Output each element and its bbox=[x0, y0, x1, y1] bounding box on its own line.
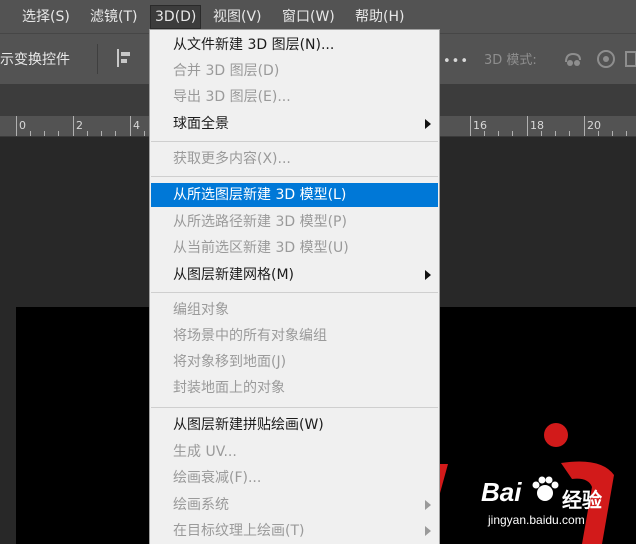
menu-item-group-objects[interactable]: 编组对象 bbox=[151, 298, 438, 322]
menu-item-paint-on-target-texture[interactable]: 在目标纹理上绘画(T) bbox=[151, 519, 438, 543]
align-left-icon[interactable] bbox=[116, 49, 132, 67]
menu-item-move-object-to-ground[interactable]: 将对象移到地面(J) bbox=[151, 350, 438, 374]
menu-item-label: 从所选图层新建 3D 模型(L) bbox=[173, 187, 347, 203]
ruler-tick bbox=[87, 131, 88, 136]
ruler-tick bbox=[498, 131, 499, 136]
drag-3d-icon[interactable] bbox=[624, 48, 636, 70]
menu-view[interactable]: 视图(V) bbox=[209, 7, 266, 27]
baidu-watermark-suffix: 经验 bbox=[562, 488, 602, 512]
ruler-tick bbox=[569, 131, 570, 136]
ruler-tick bbox=[612, 131, 613, 136]
menu-item-label: 从当前选区新建 3D 模型(U) bbox=[173, 240, 349, 256]
ruler-tick bbox=[512, 131, 513, 136]
ruler-tick bbox=[484, 131, 485, 136]
menu-help[interactable]: 帮助(H) bbox=[351, 7, 408, 27]
menu-item-label: 在目标纹理上绘画(T) bbox=[173, 523, 305, 539]
menu-item-label: 从文件新建 3D 图层(N)... bbox=[173, 37, 335, 53]
menu-item-label: 从图层新建网格(M) bbox=[173, 267, 295, 283]
ruler-tick bbox=[598, 131, 599, 136]
menu-item-label: 将场景中的所有对象编组 bbox=[173, 328, 327, 344]
menu-item-pack-objects-on-ground[interactable]: 封装地面上的对象 bbox=[151, 376, 438, 400]
menu-item-label: 获取更多内容(X)... bbox=[173, 151, 291, 167]
menu-separator bbox=[151, 407, 438, 408]
ruler-label-0: 0 bbox=[19, 119, 26, 132]
3d-mode-label: 3D 模式: bbox=[484, 53, 537, 68]
menu-item-label: 将对象移到地面(J) bbox=[173, 354, 287, 370]
menu-item-new-3d-layer-from-file[interactable]: 从文件新建 3D 图层(N)... bbox=[151, 33, 438, 57]
menu-item-get-more-content[interactable]: 获取更多内容(X)... bbox=[151, 147, 438, 171]
ruler-tick bbox=[101, 131, 102, 136]
menu-item-new-3d-model-from-selection[interactable]: 从当前选区新建 3D 模型(U) bbox=[151, 236, 438, 260]
ruler-tick bbox=[144, 131, 145, 136]
menu-item-paint-falloff[interactable]: 绘画衰减(F)... bbox=[151, 466, 438, 490]
ruler-tick bbox=[44, 131, 45, 136]
photoshop-window: 选择(S) 滤镜(T) 3D(D) 视图(V) 窗口(W) 帮助(H) 示变换控… bbox=[0, 0, 636, 544]
menu-item-label: 生成 UV... bbox=[173, 444, 237, 460]
ruler-tick bbox=[527, 116, 528, 136]
ruler-tick bbox=[130, 116, 131, 136]
show-transform-controls-label[interactable]: 示变换控件 bbox=[0, 49, 70, 69]
menu-item-generate-uvs[interactable]: 生成 UV... bbox=[151, 440, 438, 464]
ruler-label-4: 4 bbox=[133, 119, 140, 132]
submenu-arrow-icon bbox=[425, 119, 431, 129]
ruler-tick bbox=[555, 131, 556, 136]
submenu-arrow-icon bbox=[425, 526, 431, 536]
menu-item-paint-system[interactable]: 绘画系统 bbox=[151, 493, 438, 517]
more-options-dots[interactable]: ••• bbox=[443, 54, 469, 69]
ruler-tick bbox=[541, 131, 542, 136]
menu-item-label: 从图层新建拼贴绘画(W) bbox=[173, 417, 324, 433]
menu-filter[interactable]: 滤镜(T) bbox=[86, 7, 141, 27]
menu-item-group-all-scene-objects[interactable]: 将场景中的所有对象编组 bbox=[151, 324, 438, 348]
menu-item-new-3d-model-from-layer[interactable]: 从所选图层新建 3D 模型(L) bbox=[151, 183, 438, 207]
baidu-watermark-brand: Bai bbox=[481, 477, 522, 507]
ruler-tick bbox=[58, 131, 59, 136]
menu-item-label: 合并 3D 图层(D) bbox=[173, 63, 280, 79]
menu-item-label: 封装地面上的对象 bbox=[173, 380, 285, 396]
ruler-tick bbox=[115, 131, 116, 136]
menu-item-label: 绘画衰减(F)... bbox=[173, 470, 262, 486]
menu-select[interactable]: 选择(S) bbox=[18, 7, 74, 27]
ruler-label-2: 2 bbox=[76, 119, 83, 132]
ruler-tick bbox=[470, 116, 471, 136]
ruler-tick bbox=[16, 116, 17, 136]
menu-item-new-tiled-painting[interactable]: 从图层新建拼贴绘画(W) bbox=[151, 413, 438, 437]
ruler-tick bbox=[73, 116, 74, 136]
menu-separator bbox=[151, 292, 438, 293]
menu-item-spherical-panorama[interactable]: 球面全景 bbox=[151, 112, 438, 136]
menu-item-new-3d-model-from-path[interactable]: 从所选路径新建 3D 模型(P) bbox=[151, 210, 438, 234]
rotate-3d-icon[interactable] bbox=[562, 48, 584, 70]
menu-item-label: 绘画系统 bbox=[173, 497, 229, 513]
options-divider bbox=[97, 44, 98, 74]
menu-window[interactable]: 窗口(W) bbox=[278, 7, 339, 27]
menu-item-export-3d-layer[interactable]: 导出 3D 图层(E)... bbox=[151, 85, 438, 109]
baidu-paw-icon bbox=[532, 476, 559, 501]
menu-separator bbox=[151, 141, 438, 142]
menu-item-label: 导出 3D 图层(E)... bbox=[173, 89, 291, 105]
ruler-tick bbox=[584, 116, 585, 136]
menu-item-new-mesh-from-layer[interactable]: 从图层新建网格(M) bbox=[151, 263, 438, 287]
roll-3d-icon[interactable] bbox=[595, 48, 617, 70]
menu-item-label: 从所选路径新建 3D 模型(P) bbox=[173, 214, 347, 230]
ruler-tick bbox=[30, 131, 31, 136]
menu-separator bbox=[151, 176, 438, 177]
3d-dropdown-menu: 从文件新建 3D 图层(N)... 合并 3D 图层(D) 导出 3D 图层(E… bbox=[149, 29, 440, 544]
baidu-watermark-url: jingyan.baidu.com bbox=[488, 513, 585, 527]
menu-item-label: 编组对象 bbox=[173, 302, 229, 318]
menu-item-label: 球面全景 bbox=[173, 116, 229, 132]
menu-item-merge-3d-layers[interactable]: 合并 3D 图层(D) bbox=[151, 59, 438, 83]
submenu-arrow-icon bbox=[425, 270, 431, 280]
menu-3d[interactable]: 3D(D) bbox=[149, 5, 202, 29]
submenu-arrow-icon bbox=[425, 500, 431, 510]
ruler-tick bbox=[626, 131, 627, 136]
